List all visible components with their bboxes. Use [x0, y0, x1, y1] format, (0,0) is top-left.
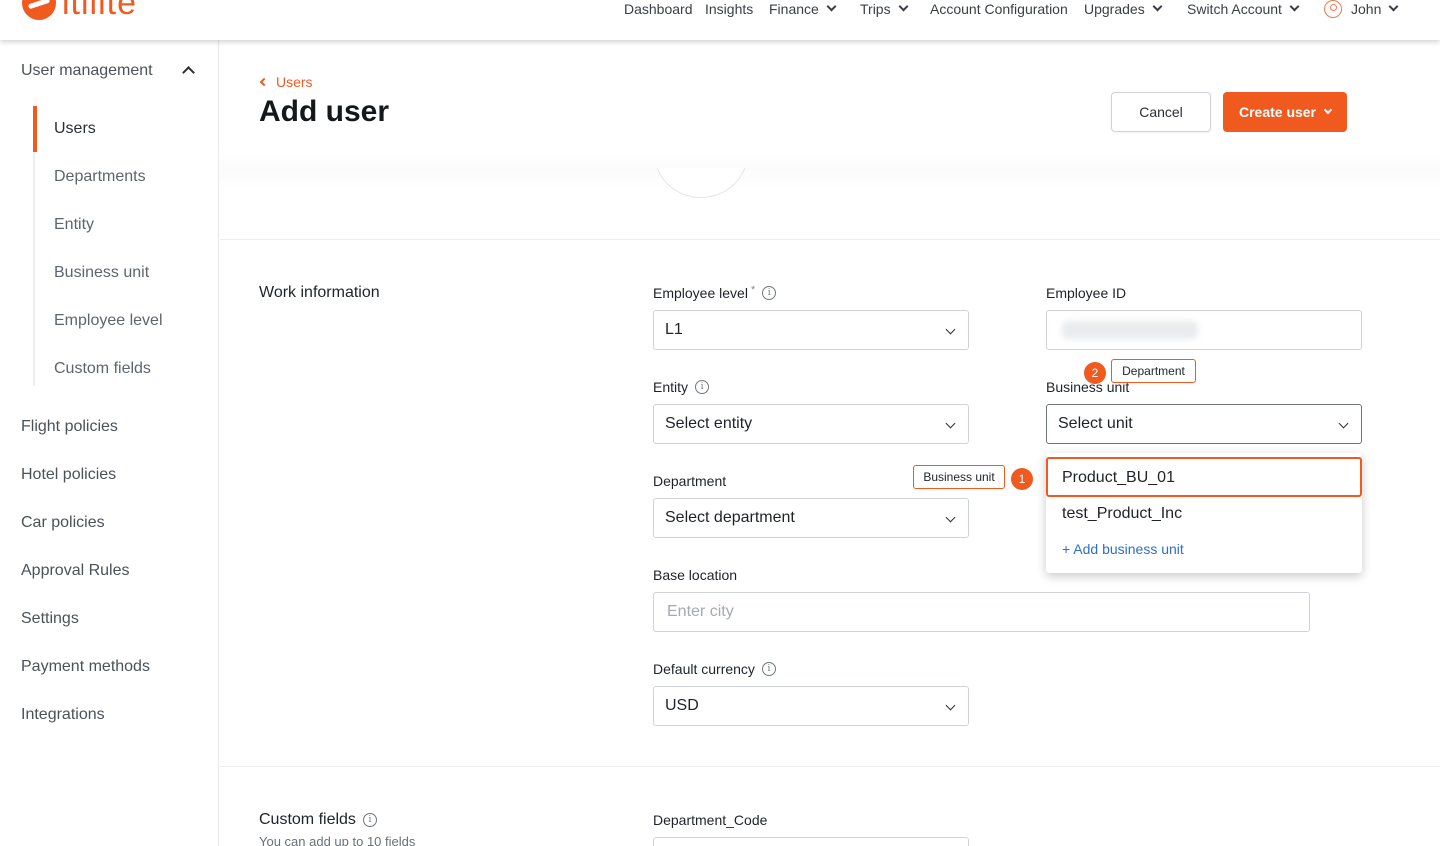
chevron-down-icon [945, 700, 956, 711]
chevron-left-icon [259, 77, 269, 87]
entity-select[interactable]: Select entity [653, 404, 969, 444]
label-default-currency: Default currency i [653, 661, 776, 677]
info-icon[interactable]: i [362, 813, 377, 827]
logo-text: itilite [62, 0, 138, 22]
nav-switch-account[interactable]: Switch Account [1187, 0, 1300, 18]
user-name: John [1351, 1, 1382, 17]
sidebar-item-users[interactable]: Users [54, 120, 96, 138]
info-icon[interactable]: i [762, 286, 777, 300]
annotation-label-1: Business unit [913, 465, 1005, 489]
active-indicator [33, 106, 37, 152]
nav-finance[interactable]: Finance [769, 0, 837, 18]
option-product-bu-01[interactable]: Product_BU_01 [1062, 469, 1175, 487]
section-divider [220, 766, 1440, 767]
sidebar-item-payment-methods[interactable]: Payment methods [21, 658, 150, 676]
chevron-down-icon [1323, 105, 1333, 115]
label-department: Department [653, 473, 727, 489]
info-icon[interactable]: i [761, 662, 776, 676]
top-navigation-bar: itilite Dashboard Insights Finance Trips… [0, 0, 1440, 40]
sidebar: User management Users Departments Entity… [0, 40, 219, 846]
nav-insights[interactable]: Insights [705, 0, 753, 18]
business-unit-dropdown: Product_BU_01 test_Product_Inc + Add bus… [1046, 453, 1362, 573]
sidebar-item-custom-fields[interactable]: Custom fields [54, 360, 151, 378]
user-avatar-icon [1324, 0, 1342, 18]
default-currency-select[interactable]: USD [653, 686, 969, 726]
section-divider [220, 239, 1440, 240]
label-base-location: Base location [653, 567, 738, 583]
label-employee-level: Employee level * i [653, 284, 777, 301]
annotation-badge-2: 2 [1084, 362, 1106, 384]
chevron-down-icon [945, 324, 956, 335]
sidebar-item-flight-policies[interactable]: Flight policies [21, 418, 118, 436]
breadcrumb-back-users[interactable]: Users [259, 74, 313, 90]
sidebar-item-approval-rules[interactable]: Approval Rules [21, 562, 130, 580]
department-code-field[interactable] [653, 837, 969, 846]
create-user-button[interactable]: Create user [1223, 92, 1347, 132]
chevron-down-icon [945, 418, 956, 429]
sidebar-item-business-unit[interactable]: Business unit [54, 264, 149, 282]
sidebar-item-departments[interactable]: Departments [54, 168, 146, 186]
nav-upgrades[interactable]: Upgrades [1084, 0, 1163, 18]
business-unit-select[interactable]: Select unit [1046, 404, 1362, 444]
redacted-employee-id [1062, 321, 1198, 339]
chevron-down-icon [945, 512, 956, 523]
employee-level-select[interactable]: L1 [653, 310, 969, 350]
nav-dashboard[interactable]: Dashboard [624, 0, 693, 18]
label-entity: Entity i [653, 379, 710, 395]
chevron-down-icon [1388, 1, 1399, 12]
cancel-button[interactable]: Cancel [1111, 92, 1211, 132]
section-title-work-information: Work information [259, 284, 380, 301]
itilite-logo[interactable]: itilite [22, 0, 137, 20]
chevron-down-icon [826, 1, 837, 12]
department-select[interactable]: Select department [653, 498, 969, 538]
sidebar-group-user-management[interactable]: User management [21, 62, 153, 80]
annotation-label-2: Department [1111, 359, 1196, 383]
sidebar-item-car-policies[interactable]: Car policies [21, 514, 105, 532]
base-location-input[interactable] [653, 592, 1310, 632]
chevron-down-icon [1338, 418, 1349, 429]
label-employee-id: Employee ID [1046, 285, 1127, 301]
page-title: Add user [259, 95, 390, 128]
chevron-up-icon[interactable] [182, 66, 195, 79]
chevron-down-icon [1289, 1, 1300, 12]
sidebar-item-integrations[interactable]: Integrations [21, 706, 105, 724]
annotation-badge-1: 1 [1011, 468, 1033, 490]
sidebar-item-hotel-policies[interactable]: Hotel policies [21, 466, 116, 484]
info-icon[interactable]: i [695, 380, 710, 394]
add-business-unit-link[interactable]: + Add business unit [1062, 541, 1184, 557]
user-menu[interactable]: John [1324, 0, 1399, 18]
label-department-code: Department_Code [653, 812, 768, 828]
section-title-custom-fields: Custom fields i [259, 811, 377, 829]
scroll-fade [220, 150, 1440, 190]
option-test-product-inc[interactable]: test_Product_Inc [1062, 505, 1182, 523]
logo-mark-icon [22, 0, 56, 20]
chevron-down-icon [898, 1, 909, 12]
nav-trips[interactable]: Trips [860, 0, 909, 18]
sidebar-item-employee-level[interactable]: Employee level [54, 312, 163, 330]
chevron-down-icon [1152, 1, 1163, 12]
custom-fields-subtitle: You can add up to 10 fields [259, 834, 416, 846]
sidebar-item-entity[interactable]: Entity [54, 216, 94, 234]
sidebar-item-settings[interactable]: Settings [21, 610, 79, 628]
nav-account-configuration[interactable]: Account Configuration [930, 0, 1068, 18]
